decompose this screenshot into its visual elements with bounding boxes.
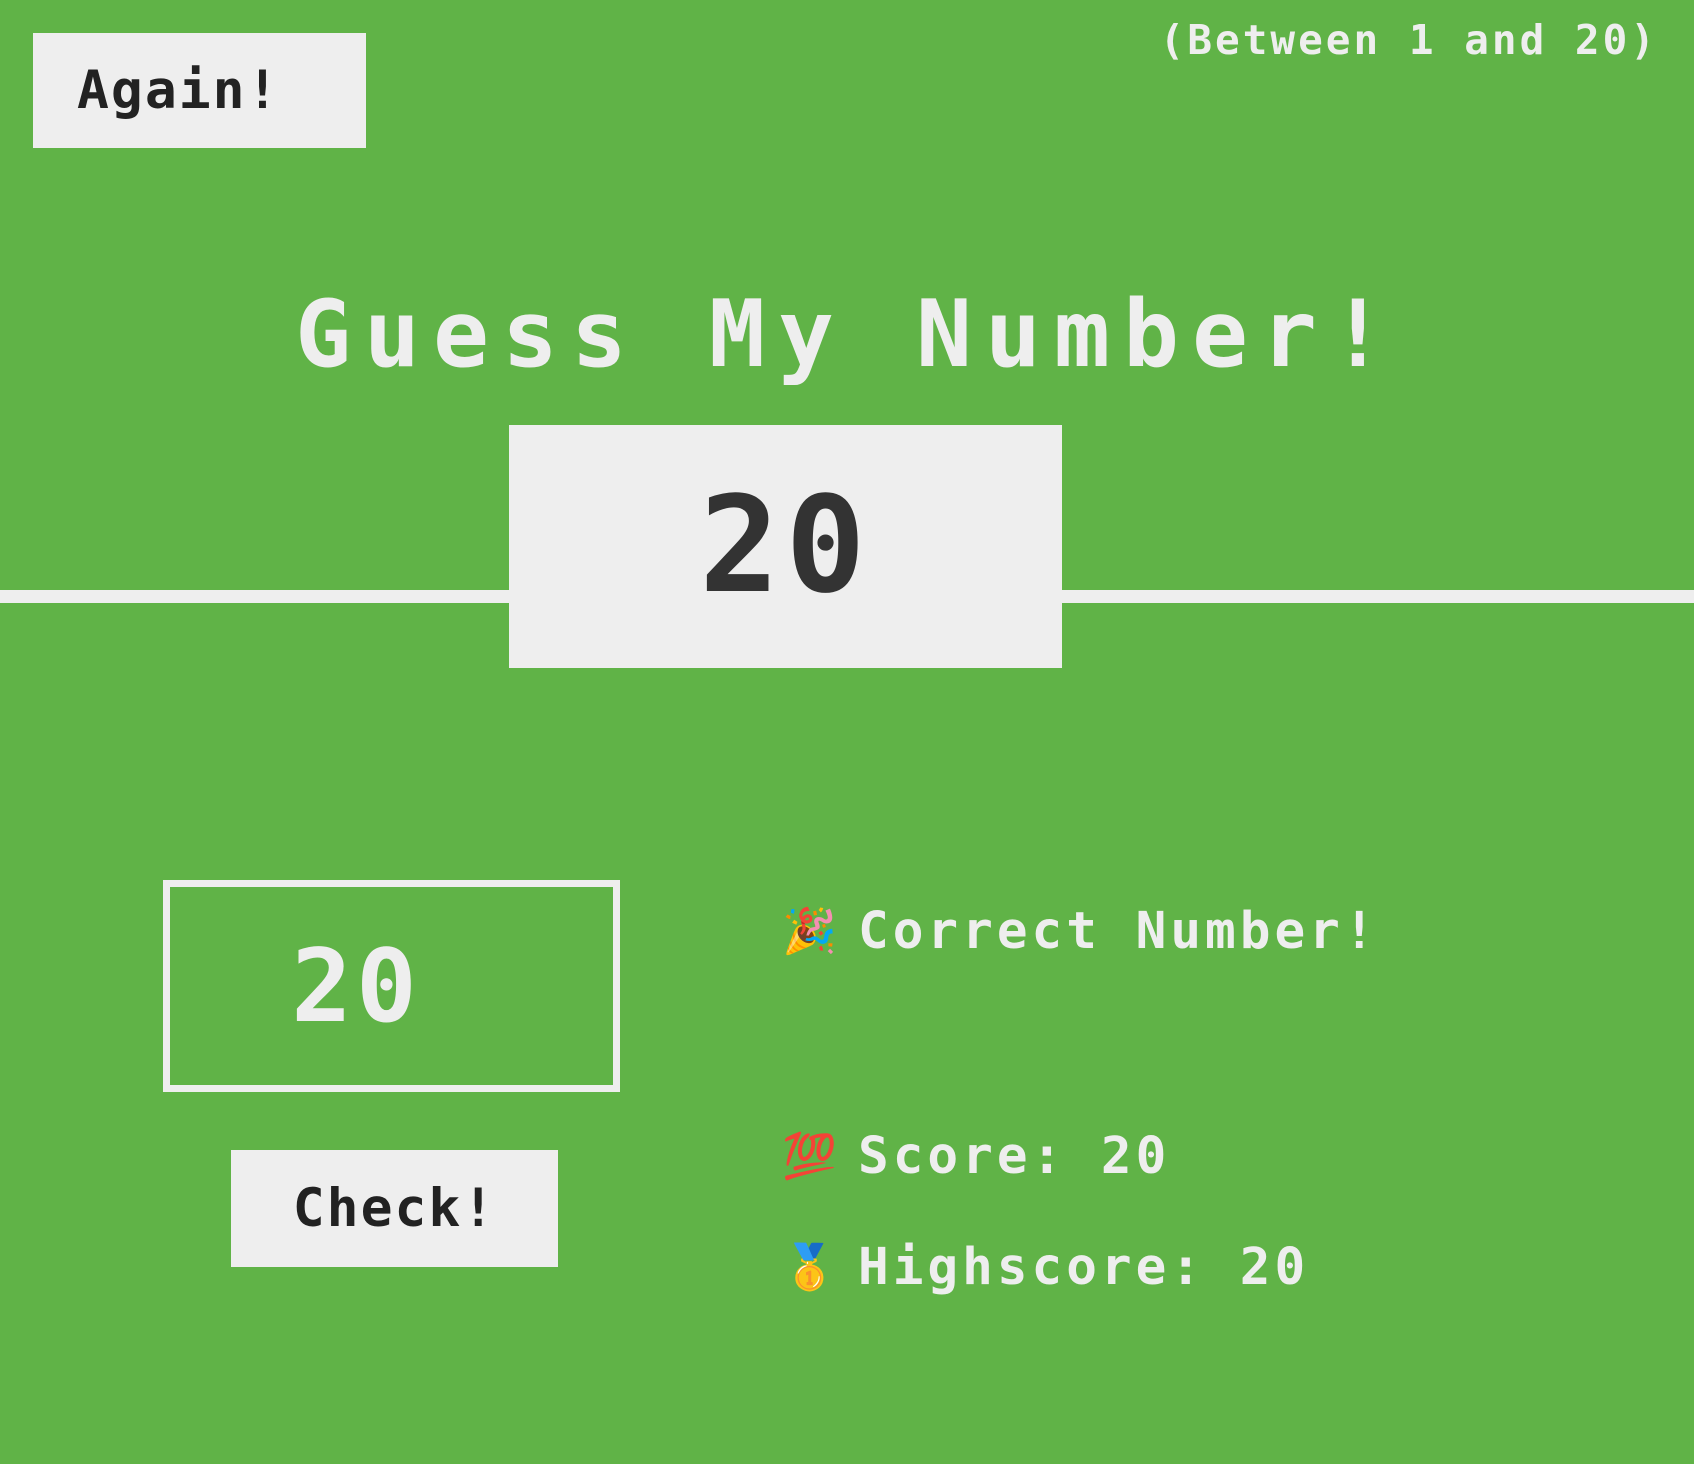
again-button[interactable]: Again! <box>33 33 366 148</box>
message-row: 🎉 Correct Number! <box>782 902 1662 961</box>
score-text: Score: 20 <box>858 1127 1171 1186</box>
highscore-row: 🥇 Highscore: 20 <box>782 1238 1662 1297</box>
guess-input[interactable] <box>163 880 620 1092</box>
highscore-text: Highscore: 20 <box>858 1238 1310 1297</box>
guess-panel: Check! <box>163 880 620 1267</box>
secret-number-display: 20 <box>509 425 1062 668</box>
score-row: 💯 Score: 20 <box>782 1127 1662 1186</box>
message-text: Correct Number! <box>858 902 1379 961</box>
party-popper-icon: 🎉 <box>782 905 837 957</box>
page-title: Guess My Number! <box>295 280 1399 389</box>
status-panel: 🎉 Correct Number! 💯 Score: 20 🥇 Highscor… <box>782 880 1662 1297</box>
gold-medal-icon: 🥇 <box>782 1241 837 1293</box>
game-main: Check! 🎉 Correct Number! 💯 Score: 20 🥇 H… <box>0 880 1694 1320</box>
hundred-points-icon: 💯 <box>782 1130 837 1182</box>
page-header: Again! (Between 1 and 20) <box>0 0 1694 160</box>
check-button[interactable]: Check! <box>231 1150 558 1267</box>
range-hint: (Between 1 and 20) <box>1159 16 1658 64</box>
